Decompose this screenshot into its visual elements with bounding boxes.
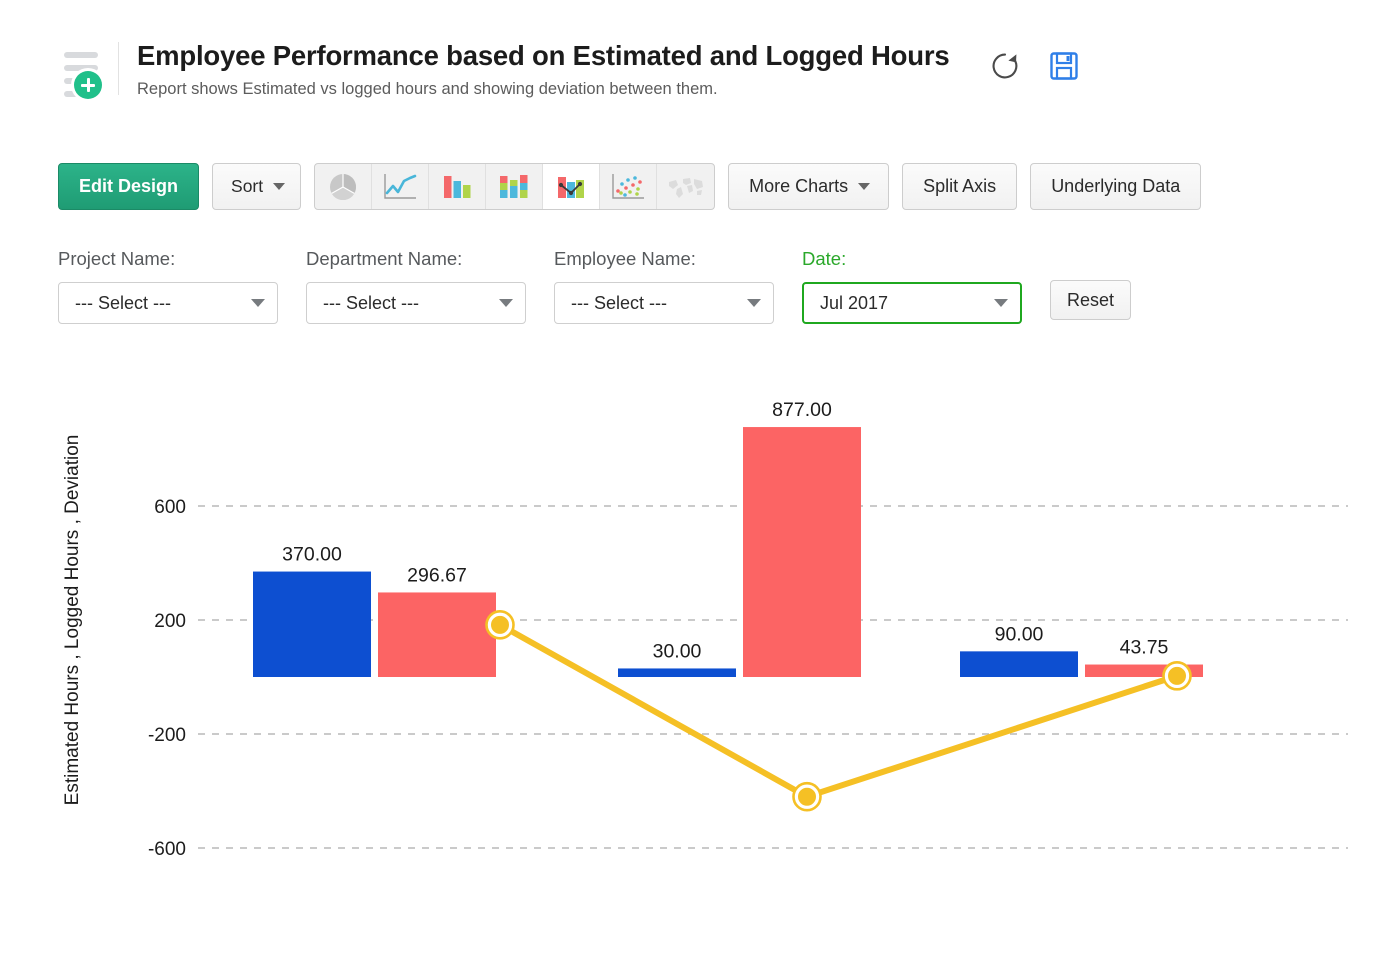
- scatter-chart-icon[interactable]: [600, 164, 657, 209]
- combo-chart-icon-svg: [553, 171, 589, 203]
- y-tick-label: 200: [154, 611, 186, 632]
- report-add-icon: [58, 46, 104, 98]
- department-name-value: --- Select ---: [323, 293, 499, 314]
- chart-type-selector: [314, 163, 715, 210]
- icon-line-2: [64, 65, 98, 71]
- chart-container: Estimated Hours , Logged Hours , Deviati…: [0, 380, 1400, 900]
- chart-bar[interactable]: [253, 572, 371, 677]
- save-floppy-icon-svg: [1049, 51, 1079, 81]
- chevron-down-icon: [499, 299, 513, 307]
- chevron-down-icon: [251, 299, 265, 307]
- plus-circle-icon: [74, 71, 102, 99]
- chart-bar[interactable]: [378, 592, 496, 677]
- filter-employee-name: Employee Name: --- Select ---: [554, 248, 774, 324]
- header-divider: [118, 42, 119, 95]
- edit-design-button[interactable]: Edit Design: [58, 163, 199, 210]
- combo-chart-plot: 600 200 -200 -600 370.00 30.00 90.00 296.67 877.…: [0, 380, 1400, 900]
- header-actions: [989, 50, 1079, 82]
- pie-chart-icon-svg: [325, 170, 361, 204]
- y-tick-label: -200: [148, 725, 186, 746]
- y-tick-label: -600: [148, 839, 186, 860]
- chart-bar[interactable]: [618, 668, 736, 677]
- chart-bar[interactable]: [960, 651, 1078, 677]
- scatter-chart-icon-svg: [609, 171, 647, 203]
- sort-button[interactable]: Sort: [212, 163, 301, 210]
- combo-chart-icon[interactable]: [543, 164, 600, 209]
- y-tick-label: 600: [154, 497, 186, 518]
- deviation-point[interactable]: [1166, 665, 1188, 687]
- project-name-select[interactable]: --- Select ---: [58, 282, 278, 324]
- chevron-down-icon: [747, 299, 761, 307]
- department-name-select[interactable]: --- Select ---: [306, 282, 526, 324]
- deviation-point[interactable]: [796, 786, 818, 808]
- filter-date: Date: Jul 2017: [802, 248, 1022, 324]
- page-title: Employee Performance based on Estimated …: [137, 40, 949, 72]
- line-chart-icon-svg: [381, 171, 419, 203]
- filter-department-name: Department Name: --- Select ---: [306, 248, 526, 324]
- filter-project-name: Project Name: --- Select ---: [58, 248, 278, 324]
- chevron-down-icon: [273, 183, 285, 190]
- bar-value-label: 370.00: [282, 544, 342, 566]
- map-chart-icon[interactable]: [657, 164, 714, 209]
- chevron-down-icon: [994, 299, 1008, 307]
- filter-label-department-name: Department Name:: [306, 248, 526, 270]
- header-row: Employee Performance based on Estimated …: [0, 40, 1400, 99]
- split-axis-button[interactable]: Split Axis: [902, 163, 1017, 210]
- deviation-point[interactable]: [489, 614, 511, 636]
- bar-value-label: 877.00: [772, 399, 832, 421]
- reset-button[interactable]: Reset: [1050, 280, 1131, 320]
- bar-value-label: 30.00: [653, 640, 702, 662]
- title-block: Employee Performance based on Estimated …: [137, 40, 949, 99]
- filter-label-date: Date:: [802, 248, 1022, 270]
- line-chart-icon[interactable]: [372, 164, 429, 209]
- filter-label-employee-name: Employee Name:: [554, 248, 774, 270]
- page-subtitle: Report shows Estimated vs logged hours a…: [137, 80, 949, 99]
- bar-value-label: 90.00: [995, 623, 1044, 645]
- page-header: Employee Performance based on Estimated …: [0, 0, 1400, 99]
- underlying-data-button[interactable]: Underlying Data: [1030, 163, 1201, 210]
- chevron-down-icon: [858, 183, 870, 190]
- filter-bar: Project Name: --- Select --- Department …: [58, 248, 1131, 324]
- filter-label-project-name: Project Name:: [58, 248, 278, 270]
- more-charts-label: More Charts: [749, 176, 848, 197]
- bar-chart-icon[interactable]: [429, 164, 486, 209]
- more-charts-button[interactable]: More Charts: [728, 163, 889, 210]
- refresh-icon-svg: [989, 50, 1021, 82]
- icon-line-1: [64, 52, 98, 58]
- bar-value-label: 43.75: [1120, 637, 1169, 659]
- employee-name-select[interactable]: --- Select ---: [554, 282, 774, 324]
- chart-bar[interactable]: [743, 427, 861, 677]
- save-floppy-icon[interactable]: [1049, 51, 1079, 81]
- date-value: Jul 2017: [820, 293, 994, 314]
- stacked-bar-chart-icon-svg: [496, 171, 532, 203]
- project-name-value: --- Select ---: [75, 293, 251, 314]
- refresh-icon[interactable]: [989, 50, 1021, 82]
- bar-value-label: 296.67: [407, 564, 467, 586]
- employee-name-value: --- Select ---: [571, 293, 747, 314]
- date-select[interactable]: Jul 2017: [802, 282, 1022, 324]
- stacked-bar-chart-icon[interactable]: [486, 164, 543, 209]
- pie-chart-icon[interactable]: [315, 164, 372, 209]
- bar-chart-icon-svg: [439, 171, 475, 203]
- sort-button-label: Sort: [231, 176, 263, 197]
- chart-toolbar: Edit Design Sort: [58, 163, 1201, 210]
- map-chart-icon-svg: [666, 172, 706, 202]
